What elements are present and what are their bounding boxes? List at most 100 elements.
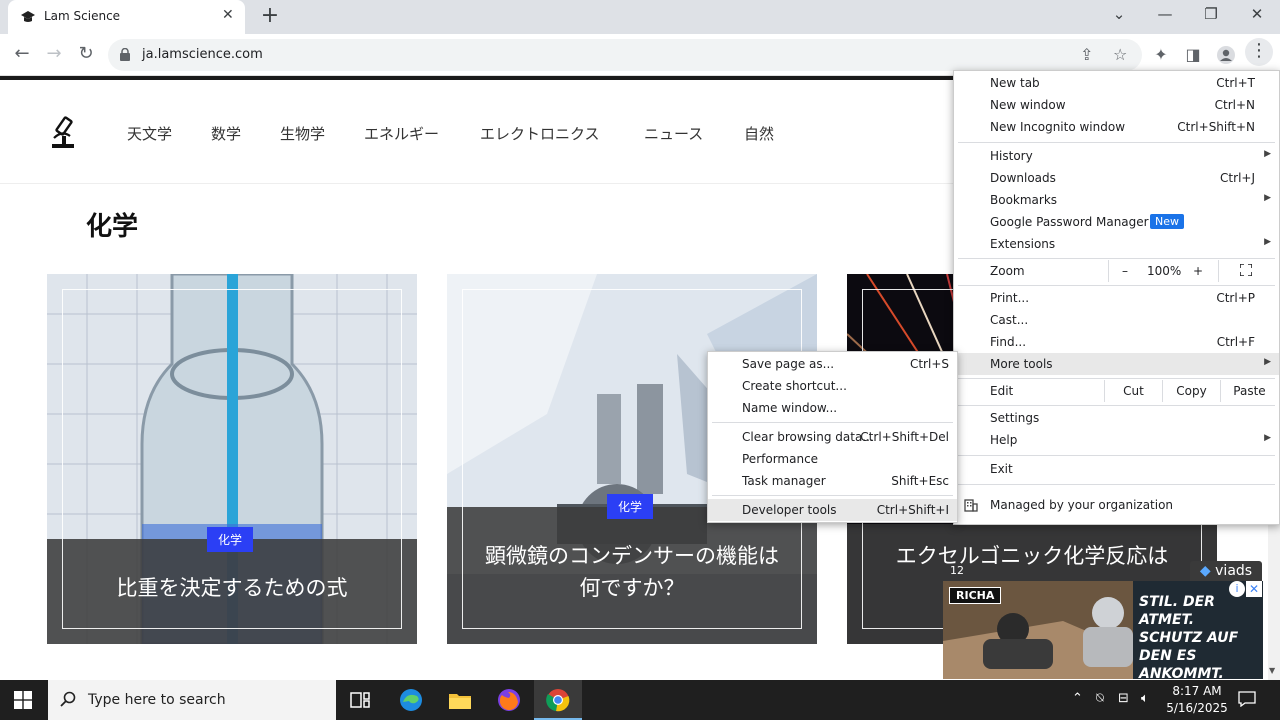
file-explorer-icon[interactable] <box>446 686 474 714</box>
submenu-task-manager[interactable]: Task manager Shift+Esc <box>708 470 957 492</box>
menu-print[interactable]: Print... Ctrl+P <box>954 287 1279 309</box>
copy-button[interactable]: Copy <box>1162 380 1220 402</box>
submenu-separator <box>712 422 953 423</box>
submenu-save-page[interactable]: Save page as... Ctrl+S <box>708 353 957 375</box>
zoom-in-button[interactable]: + <box>1193 264 1203 278</box>
fullscreen-icon[interactable] <box>1240 264 1252 276</box>
scroll-down-icon[interactable]: ▼ <box>1269 666 1275 675</box>
menu-exit[interactable]: Exit <box>954 458 1279 480</box>
card-title[interactable]: エクセルゴニック化学反応は <box>877 540 1187 572</box>
firefox-icon[interactable] <box>495 686 523 714</box>
menu-password-manager[interactable]: Google Password Manager New <box>954 211 1279 233</box>
menu-separator <box>958 285 1275 286</box>
forward-icon[interactable]: → <box>42 43 66 64</box>
nav-news[interactable]: ニュース <box>644 123 703 144</box>
menu-help[interactable]: Help ▶ <box>954 429 1279 451</box>
nav-nature[interactable]: 自然 <box>744 123 774 144</box>
menu-separator <box>958 378 1275 379</box>
meet-icon[interactable]: ⍉ <box>1096 691 1104 706</box>
clock-date: 5/16/2025 <box>1166 701 1228 715</box>
cut-button[interactable]: Cut <box>1104 380 1162 402</box>
side-panel-icon[interactable]: ◨ <box>1182 45 1204 64</box>
submenu-dev-tools[interactable]: Developer tools Ctrl+Shift+I <box>708 499 957 521</box>
advertisement[interactable]: RICHA STIL. DER ATMET. SCHUTZ AUF DEN ES… <box>943 581 1263 679</box>
new-tab-icon[interactable]: + <box>260 3 280 28</box>
volume-icon[interactable]: 🔈︎ <box>1141 691 1149 706</box>
menu-zoom: Zoom – 100% + <box>954 260 1279 282</box>
chevron-right-icon: ▶ <box>1264 149 1271 159</box>
minimize-icon[interactable]: — <box>1155 5 1175 23</box>
menu-separator <box>958 484 1275 485</box>
network-icon[interactable]: ⊟ <box>1118 691 1129 706</box>
extensions-icon[interactable]: ✦ <box>1150 45 1172 64</box>
menu-cast[interactable]: Cast... <box>954 309 1279 331</box>
new-badge: New <box>1150 214 1184 229</box>
reload-icon[interactable]: ↻ <box>74 43 98 64</box>
tab-search-icon[interactable]: ⌄ <box>1109 5 1129 23</box>
menu-separator <box>958 142 1275 143</box>
submenu-name-window[interactable]: Name window... <box>708 397 957 419</box>
notification-icon[interactable] <box>1238 691 1256 707</box>
windows-start-icon[interactable] <box>14 691 32 709</box>
building-icon <box>964 499 978 512</box>
lock-icon <box>120 48 130 61</box>
nav-biology[interactable]: 生物学 <box>280 123 325 144</box>
windows-taskbar: Type here to search ⌃ ⍉ ⊟ 🔈︎ 8:17 AM 5/1… <box>0 680 1280 720</box>
share-icon[interactable]: ⇪ <box>1080 45 1093 64</box>
edge-icon[interactable] <box>397 686 425 714</box>
ad-brand: RICHA <box>949 587 1002 604</box>
menu-more-tools[interactable]: More tools ▶ <box>954 353 1279 375</box>
nav-astronomy[interactable]: 天文学 <box>127 123 172 144</box>
menu-managed[interactable]: Managed by your organization <box>954 494 1279 516</box>
taskbar-search[interactable]: Type here to search <box>48 680 336 720</box>
taskbar-clock[interactable]: 8:17 AM 5/16/2025 <box>1162 683 1232 717</box>
restore-icon[interactable]: ❐ <box>1201 5 1221 23</box>
submenu-performance[interactable]: Performance <box>708 448 957 470</box>
info-icon[interactable]: i <box>1229 581 1245 597</box>
menu-bookmarks[interactable]: Bookmarks ▶ <box>954 189 1279 211</box>
category-badge[interactable]: 化学 <box>607 494 654 519</box>
menu-history[interactable]: History ▶ <box>954 145 1279 167</box>
menu-edit: Edit Cut Copy Paste <box>954 380 1279 402</box>
chrome-menu: New tab Ctrl+T New window Ctrl+N New Inc… <box>953 70 1280 525</box>
close-icon[interactable]: ✕ <box>222 7 234 23</box>
paste-button[interactable]: Paste <box>1220 380 1278 402</box>
menu-new-tab[interactable]: New tab Ctrl+T <box>954 72 1279 94</box>
nav-math[interactable]: 数学 <box>211 123 241 144</box>
chevron-up-icon[interactable]: ⌃ <box>1072 691 1083 706</box>
window-close-icon[interactable]: ✕ <box>1247 5 1267 23</box>
chrome-icon[interactable] <box>544 686 572 714</box>
ad-counter: 12 <box>950 564 964 577</box>
browser-tab[interactable]: Lam Science ✕ <box>8 0 245 34</box>
card-title[interactable]: 顕微鏡のコンデンサーの機能は何ですか？ <box>477 540 787 604</box>
nav-energy[interactable]: エネルギー <box>364 123 439 144</box>
zoom-level: 100% <box>1147 264 1182 278</box>
profile-icon[interactable] <box>1216 45 1236 65</box>
zoom-out-button[interactable]: – <box>1122 264 1128 278</box>
article-card[interactable]: 化学 比重を決定するための式 <box>47 274 417 644</box>
submenu-create-shortcut[interactable]: Create shortcut... <box>708 375 957 397</box>
ad-close-icon[interactable]: ✕ <box>1246 581 1262 597</box>
menu-settings[interactable]: Settings <box>954 407 1279 429</box>
back-icon[interactable]: ← <box>10 43 34 64</box>
more-tools-submenu: Save page as... Ctrl+S Create shortcut..… <box>707 351 958 523</box>
star-icon[interactable]: ☆ <box>1113 45 1127 64</box>
nav-electronics[interactable]: エレクトロニクス <box>480 123 600 144</box>
menu-extensions[interactable]: Extensions ▶ <box>954 233 1279 255</box>
tab-strip: Lam Science ✕ + ⌄ — ❐ ✕ <box>0 0 1280 34</box>
menu-new-incognito[interactable]: New Incognito window Ctrl+Shift+N <box>954 116 1279 138</box>
ad-text: STIL. DER ATMET. SCHUTZ AUF DEN ES ANKOM… <box>1139 594 1239 679</box>
menu-new-window[interactable]: New window Ctrl+N <box>954 94 1279 116</box>
category-badge[interactable]: 化学 <box>207 527 254 552</box>
submenu-clear-data[interactable]: Clear browsing data... Ctrl+Shift+Del <box>708 426 957 448</box>
chrome-menu-icon[interactable]: ⋮ <box>1245 38 1273 66</box>
task-view-icon[interactable] <box>346 686 374 714</box>
menu-downloads[interactable]: Downloads Ctrl+J <box>954 167 1279 189</box>
microscope-logo-icon[interactable] <box>48 116 78 150</box>
card-title[interactable]: 比重を決定するための式 <box>77 572 387 604</box>
submenu-separator <box>712 495 953 496</box>
diamond-icon: ◆ <box>1199 563 1211 579</box>
clock-time: 8:17 AM <box>1172 684 1222 698</box>
address-bar[interactable]: ja.lamscience.com ⇪ ☆ <box>108 39 1142 71</box>
menu-find[interactable]: Find... Ctrl+F <box>954 331 1279 353</box>
